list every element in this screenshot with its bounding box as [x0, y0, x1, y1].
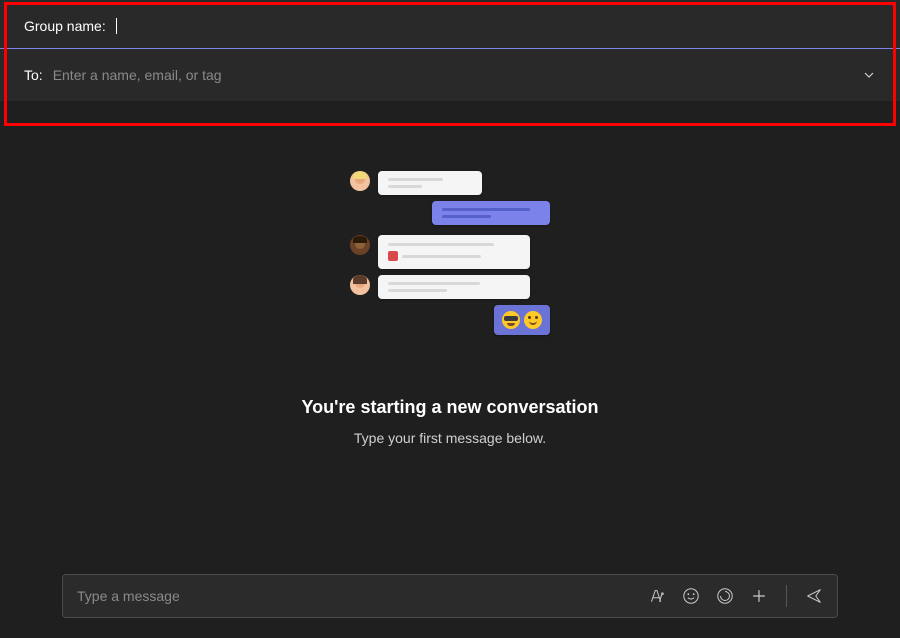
- group-name-input[interactable]: [125, 18, 876, 34]
- group-name-label: Group name:: [24, 18, 106, 34]
- message-input[interactable]: [77, 588, 648, 604]
- avatar-icon: [350, 275, 370, 295]
- chat-illustration: [350, 171, 550, 341]
- text-cursor: [116, 18, 117, 34]
- illustration-row: [350, 275, 550, 299]
- avatar-icon: [350, 171, 370, 191]
- to-input[interactable]: [53, 67, 852, 83]
- chat-bubble: [432, 201, 550, 225]
- loop-icon[interactable]: [716, 587, 734, 605]
- chat-bubble: [378, 275, 530, 299]
- emoji-sunglasses-icon: [502, 311, 520, 329]
- chat-bubble: [494, 305, 550, 335]
- new-chat-header: Group name: To:: [0, 0, 900, 101]
- chevron-down-icon[interactable]: [862, 68, 876, 82]
- emoji-smile-icon: [524, 311, 542, 329]
- illustration-row: [350, 235, 550, 269]
- chat-bubble: [378, 171, 482, 195]
- attachment-icon: [388, 251, 398, 261]
- toolbar-divider: [786, 585, 787, 607]
- emoji-icon[interactable]: [682, 587, 700, 605]
- illustration-row: [350, 171, 550, 195]
- to-row: To:: [0, 49, 900, 101]
- empty-state: You're starting a new conversation Type …: [0, 101, 900, 446]
- illustration-row: [350, 201, 550, 225]
- empty-state-headline: You're starting a new conversation: [301, 397, 598, 418]
- chat-bubble: [378, 235, 530, 269]
- composer-toolbar: [648, 585, 823, 607]
- message-composer: [62, 574, 838, 618]
- send-icon[interactable]: [805, 587, 823, 605]
- empty-state-subtext: Type your first message below.: [354, 430, 546, 446]
- group-name-row: Group name:: [0, 0, 900, 49]
- format-icon[interactable]: [648, 587, 666, 605]
- avatar-icon: [350, 235, 370, 255]
- illustration-row: [350, 305, 550, 335]
- plus-icon[interactable]: [750, 587, 768, 605]
- to-label: To:: [24, 67, 43, 83]
